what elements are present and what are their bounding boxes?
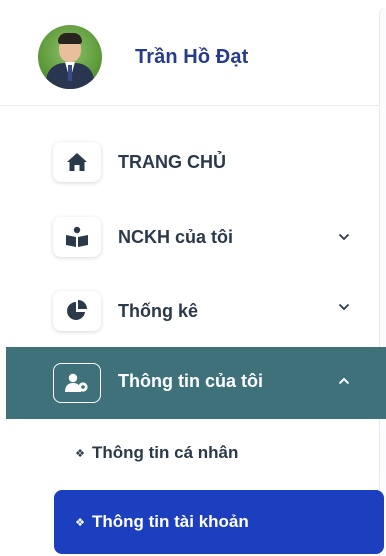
- user-profile[interactable]: Trần Hồ Đạt: [38, 25, 248, 89]
- research-icon: [53, 217, 101, 257]
- diamond-bullet-icon: ❖: [75, 516, 85, 529]
- menu-item-research[interactable]: NCKH của tôi: [0, 217, 380, 257]
- avatar[interactable]: [38, 25, 102, 89]
- chevron-up-icon[interactable]: [336, 373, 352, 389]
- chevron-down-icon[interactable]: [336, 229, 352, 245]
- divider: [0, 105, 380, 106]
- menu-label-research: NCKH của tôi: [118, 226, 234, 247]
- menu-item-my-info[interactable]: Thông tin của tôi: [6, 347, 386, 419]
- menu-label-home: TRANG CHỦ: [118, 151, 226, 172]
- submenu-label: Thông tin cá nhân: [92, 443, 239, 462]
- user-name[interactable]: Trần Hồ Đạt: [135, 46, 248, 69]
- sidebar-edge: [379, 8, 386, 556]
- menu-label-my-info: Thông tin của tôi: [118, 371, 263, 391]
- chevron-down-icon[interactable]: [336, 299, 352, 315]
- submenu-item-account-info[interactable]: ❖ Thông tin tài khoản: [54, 490, 384, 554]
- menu-item-home[interactable]: TRANG CHỦ: [0, 142, 380, 182]
- menu-label-statistics: Thống kê: [118, 300, 198, 321]
- user-settings-icon: [53, 363, 101, 403]
- pie-chart-icon: [53, 291, 101, 331]
- diamond-bullet-icon: ❖: [75, 447, 85, 460]
- submenu-label: Thông tin tài khoản: [92, 512, 249, 531]
- submenu-item-personal-info[interactable]: ❖ Thông tin cá nhân: [74, 440, 238, 466]
- menu-item-statistics[interactable]: Thống kê: [0, 291, 380, 331]
- sidebar: Trần Hồ Đạt TRANG CHỦ NCKH của tôi Thống…: [0, 0, 386, 556]
- home-icon: [53, 142, 101, 182]
